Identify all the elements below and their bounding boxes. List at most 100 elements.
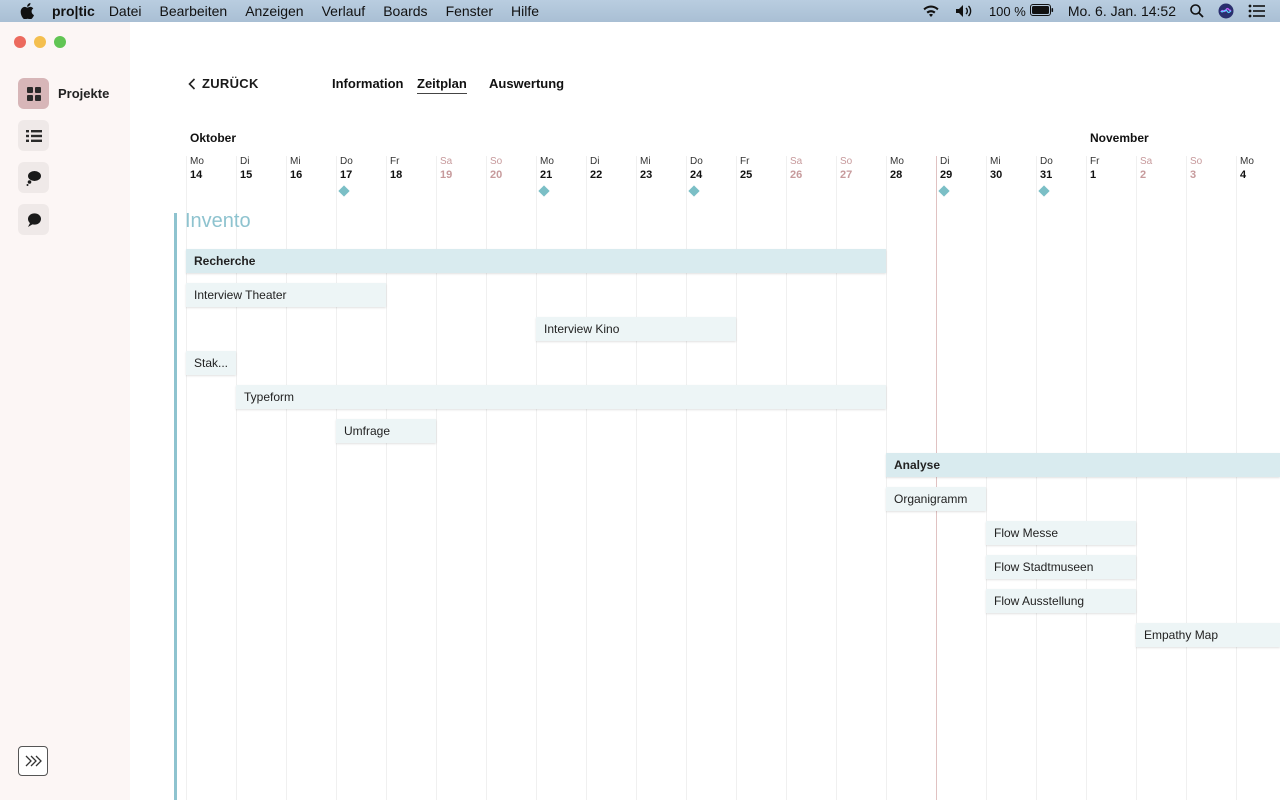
task-bar[interactable]: Flow Stadtmuseen [986,555,1136,579]
apple-icon[interactable] [20,3,38,19]
task-bar[interactable]: Interview Kino [536,317,736,341]
siri-icon[interactable] [1218,3,1234,19]
volume-icon[interactable] [955,4,975,18]
day-header: Di 29 [936,156,986,181]
control-center-icon[interactable] [1248,4,1266,18]
spotlight-search-icon[interactable] [1190,4,1204,18]
day-header: Mo 14 [186,156,236,181]
day-number: 2 [1140,169,1147,181]
day-number: 15 [240,169,253,181]
menu-datei[interactable]: Datei [109,3,142,19]
menu-anzeigen[interactable]: Anzeigen [245,3,303,19]
milestone-diamond-icon[interactable] [688,185,700,197]
menu-boards[interactable]: Boards [383,3,427,19]
nav-list-button[interactable] [18,120,49,151]
milestone-diamond-icon[interactable] [338,185,350,197]
day-header: Fr 25 [736,156,786,181]
task-group-bar[interactable]: Recherche [186,249,886,273]
minimize-window-button[interactable] [34,36,46,48]
weekday-label: Mo [890,156,904,167]
task-bar[interactable]: Umfrage [336,419,436,443]
tab-zeitplan[interactable]: Zeitplan [417,76,467,94]
day-header: Mo 21 [536,156,586,181]
weekday-label: Mi [640,156,651,167]
weekday-label: Sa [1140,156,1153,167]
tab-information[interactable]: Information [332,76,404,91]
day-number: 1 [1090,169,1097,181]
task-bar[interactable]: Stak... [186,351,236,375]
day-header: Di 15 [236,156,286,181]
task-group-bar[interactable]: Analyse [886,453,1280,477]
day-number: 26 [790,169,803,181]
nav-chat-button[interactable] [18,204,49,235]
day-header: Do 24 [686,156,736,181]
day-gridline [986,156,987,800]
day-number: 31 [1040,169,1053,181]
zoom-window-button[interactable] [54,36,66,48]
day-number: 17 [340,169,353,181]
day-number: 4 [1240,169,1247,181]
day-header: Mi 16 [286,156,336,181]
day-number: 27 [840,169,853,181]
menu-verlauf[interactable]: Verlauf [322,3,366,19]
task-bar[interactable]: Empathy Map [1136,623,1280,647]
battery-icon[interactable] [1029,3,1054,19]
weekday-label: Do [690,156,703,167]
menu-fenster[interactable]: Fenster [446,3,493,19]
day-header: Sa 19 [436,156,486,181]
weekday-label: Fr [740,156,750,167]
nav-thoughts-button[interactable] [18,162,49,193]
list-icon [25,129,42,142]
menu-hilfe[interactable]: Hilfe [511,3,539,19]
day-header: Do 31 [1036,156,1086,181]
app-window: Projekte ZURÜCK Information Zeitplan Aus… [0,22,1280,800]
day-number: 14 [190,169,203,181]
weekday-label: Di [590,156,600,167]
expand-sidebar-button[interactable] [18,746,48,776]
day-number: 20 [490,169,503,181]
day-header: Do 17 [336,156,386,181]
task-bar[interactable]: Typeform [236,385,886,409]
wifi-icon[interactable] [921,4,941,18]
task-bar[interactable]: Organigramm [886,487,986,511]
milestone-diamond-icon[interactable] [1038,185,1050,197]
day-gridline [1236,156,1237,800]
clock[interactable]: Mo. 6. Jan. 14:52 [1068,3,1176,19]
task-bar[interactable]: Flow Messe [986,521,1136,545]
project-indicator-bar [174,213,177,800]
milestone-diamond-icon[interactable] [538,185,550,197]
tab-auswertung[interactable]: Auswertung [489,76,564,91]
nav-projects-label[interactable]: Projekte [58,86,109,101]
nav-projects-button[interactable] [18,78,49,109]
day-gridline [886,156,887,800]
close-window-button[interactable] [14,36,26,48]
weekday-label: Mo [190,156,204,167]
weekday-label: Mi [290,156,301,167]
day-number: 22 [590,169,603,181]
back-button[interactable]: ZURÜCK [188,76,259,91]
window-controls [14,36,74,48]
weekday-label: Fr [1090,156,1100,167]
back-label: ZURÜCK [202,76,259,91]
weekday-label: Di [240,156,250,167]
app-name-menu[interactable]: pro|tic [52,3,95,19]
day-number: 30 [990,169,1003,181]
milestone-diamond-icon[interactable] [938,185,950,197]
day-number: 25 [740,169,753,181]
month-label: Oktober [190,131,237,145]
day-number: 28 [890,169,903,181]
weekday-label: Mo [540,156,554,167]
day-number: 23 [640,169,653,181]
task-bar[interactable]: Flow Ausstellung [986,589,1136,613]
day-gridline [1136,156,1137,800]
day-header: Mi 23 [636,156,686,181]
day-number: 3 [1190,169,1197,181]
battery-percent: 100 % [988,3,1026,19]
thought-bubble-icon [26,170,41,186]
triple-chevron-right-icon [25,755,42,767]
menu-bearbeiten[interactable]: Bearbeiten [160,3,228,19]
day-number: 21 [540,169,553,181]
task-bar[interactable]: Interview Theater [186,283,386,307]
weekday-label: Di [940,156,950,167]
weekday-label: So [1190,156,1203,167]
